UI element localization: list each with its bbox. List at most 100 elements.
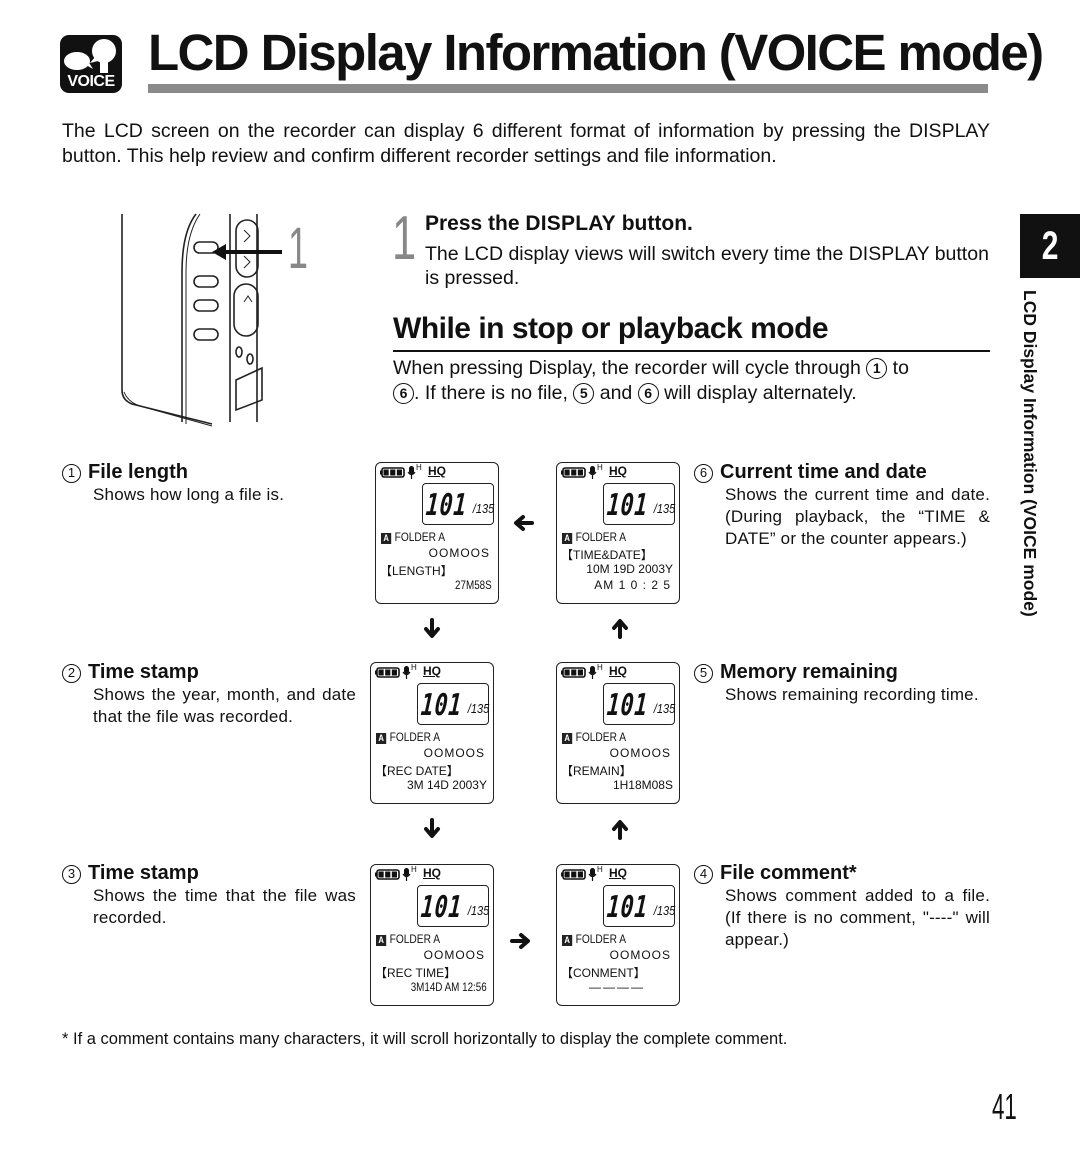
item-title: File comment* [720,862,857,884]
microphone-icon [407,466,416,479]
display-mode-value-time: AM 1 0 : 2 5 [594,578,671,592]
section-body: When pressing Display, the recorder will… [393,356,990,406]
battery-bar [571,871,577,878]
circled-number: 3 [62,865,81,884]
item-file-comment: 4 File comment* Shows comment added to a … [694,861,990,951]
side-running-title: LCD Display Information (VOICE mode) [1012,290,1042,670]
battery-bar [378,669,384,676]
arrow-down-icon [424,818,440,838]
file-name: OOMOOS [423,948,485,962]
file-number: 101 [419,890,464,925]
total-files: /135 [653,701,675,716]
footnote: * If a comment contains many characters,… [62,1030,788,1048]
item-title: Time stamp [88,862,199,884]
item-description: Shows how long a file is. [93,485,285,504]
voice-recorder-illustration: 1 [112,212,312,427]
file-counter: 101 /135 [419,684,489,724]
section-text: to [887,357,909,379]
step-number: 1 [392,204,417,273]
folder-a-icon: A [562,533,573,544]
section-text: and [594,382,638,404]
item-description: Shows the time that the file was recorde… [93,886,356,927]
section-text: . If there is no file, [414,382,574,404]
battery-bar [385,871,391,878]
battery-bar [383,469,389,476]
lcd-panel-current-time-date: H HQ 101 /135 AFOLDER A OOMOOS 【TIME&DAT… [556,462,680,604]
battery-bar [564,469,570,476]
section-underline [393,350,990,352]
lcd-panel-file-length: H HQ 101 /135 A FOLDER A OOMOOS 【LENGTH】 … [375,462,499,604]
display-mode-label: 【TIME&DATE】 [561,548,653,562]
arrow-up-icon [612,820,628,840]
circled-number: 6 [393,383,414,404]
display-key-label: DISPLAY [525,212,616,235]
folder-a-icon: A [381,533,392,544]
file-name: OOMOOS [428,546,490,560]
display-button-callout-number: 1 [288,216,309,281]
battery-bar [571,669,577,676]
file-name: OOMOOS [423,746,485,760]
recording-quality: HQ [423,664,441,678]
circled-number: 5 [694,664,713,683]
item-description: Shows the year, month, and date that the… [93,685,356,726]
display-mode-value: 3M 14D 2003Y [406,778,487,792]
recording-quality: HQ [609,664,627,678]
display-mode-label: 【REC TIME】 [375,966,457,980]
arrow-down-icon [424,618,440,638]
battery-level [564,669,583,676]
file-number: 101 [419,688,464,723]
item-current-time-date: 6 Current time and date Shows the current… [694,460,990,550]
display-mode-value: 27M58S [455,578,492,592]
total-files: /135 [467,701,489,716]
mic-sensitivity: H [411,865,417,874]
battery-bar [385,669,391,676]
recording-quality: HQ [609,464,627,478]
folder-indicator: A FOLDER A [562,932,626,946]
display-mode-label: 【REMAIN】 [561,764,632,778]
item-rec-time: 3 Time stamp Shows the time that the file… [62,861,356,929]
circled-number: 1 [62,464,81,483]
display-mode-value: 3M14D AM 12:56 [410,980,487,994]
lcd-panel-file-comment: H HQ 101 /135 A FOLDER A OOMOOS 【CONMENT】… [556,864,680,1006]
mic-sensitivity: H [416,463,422,472]
recording-quality: HQ [423,866,441,880]
battery-level [378,669,397,676]
battery-bar [571,469,577,476]
section-text: When pressing Display, the recorder will… [393,357,867,379]
folder-label: FOLDER A [389,730,441,744]
microphone-icon [588,868,597,881]
step-heading: Press the DISPLAY button. [425,212,693,236]
battery-level [383,469,402,476]
circled-number: 4 [694,865,713,884]
item-rec-date: 2 Time stamp Shows the year, month, and d… [62,660,356,728]
display-mode-label: 【LENGTH】 [380,564,453,578]
voice-mode-badge: VOICE [60,35,122,93]
chapter-tab: 2 [1020,214,1080,278]
page-title: LCD Display Information (VOICE mode) [148,24,1044,81]
item-title: Time stamp [88,661,199,683]
chapter-number: 2 [1041,224,1059,268]
mic-sensitivity: H [597,463,603,472]
mic-sensitivity: H [597,663,603,672]
battery-bar [577,871,583,878]
file-counter: 101 /135 [605,484,675,524]
file-number: 101 [605,488,650,523]
lcd-panel-rec-time: H HQ 101 /135 A FOLDER A OOMOOS 【REC TIME… [370,864,494,1006]
folder-indicator: A FOLDER A [381,530,445,544]
item-title: Memory remaining [720,661,898,683]
file-number: 101 [424,488,469,523]
battery-icon [561,467,586,478]
display-mode-value: 10M 19D 2003Y [586,562,673,576]
battery-bar [391,871,397,878]
file-name: OOMOOS [609,746,671,760]
file-counter: 101 /135 [419,886,489,926]
circled-number: 6 [694,464,713,483]
display-button-callout-arrow [220,250,282,254]
page-number: 41 [992,1086,1017,1127]
display-button-callout-arrowhead [212,244,226,260]
section-text: will display alternately. [658,382,857,404]
item-description: Shows comment added to a file. (If there… [725,886,990,949]
title-underline [148,84,988,93]
file-counter: 101 /135 [424,484,494,524]
folder-indicator: A FOLDER A [376,932,440,946]
